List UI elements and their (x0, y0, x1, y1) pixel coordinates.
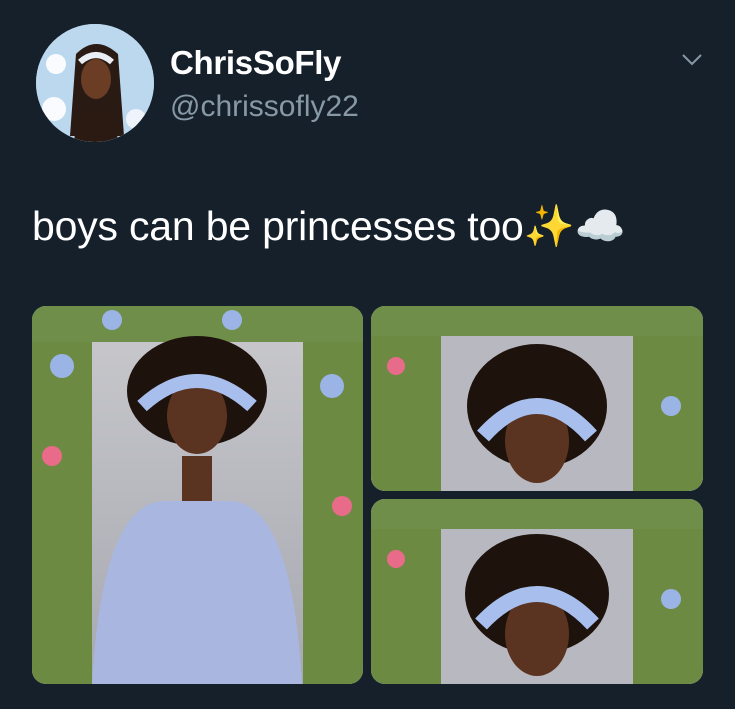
display-name[interactable]: ChrisSoFly (170, 44, 342, 82)
avatar-image (36, 24, 154, 142)
tweet-text: boys can be princesses too✨☁️ (32, 203, 626, 249)
media-image-3[interactable] (371, 499, 703, 684)
media-image-2[interactable] (371, 306, 703, 491)
avatar[interactable] (36, 24, 154, 142)
user-handle[interactable]: @chrissofly22 (170, 90, 359, 124)
media-image-1[interactable] (32, 306, 363, 684)
chevron-down-icon[interactable] (680, 52, 704, 68)
